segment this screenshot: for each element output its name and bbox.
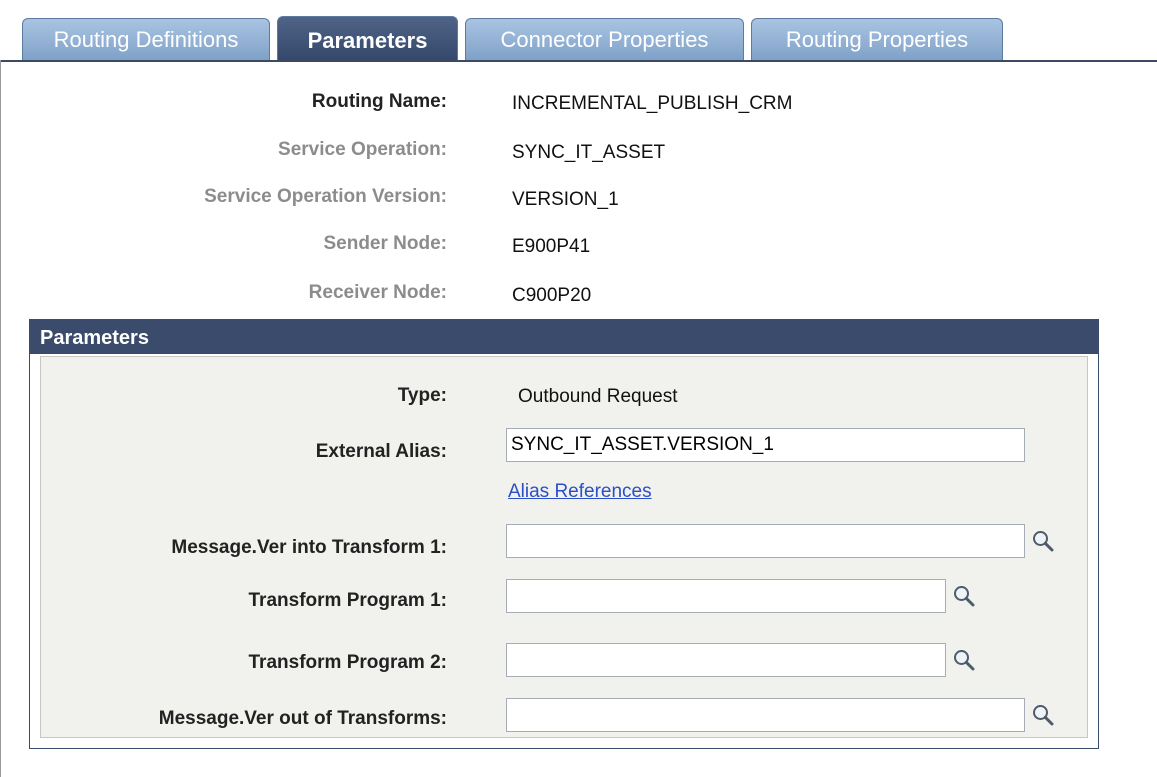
magnifier-icon[interactable]: [952, 648, 976, 672]
magnifier-icon[interactable]: [952, 584, 976, 608]
message-ver-out-of-transforms-label: Message.Ver out of Transforms:: [158, 708, 447, 729]
service-operation-value: SYNC_IT_ASSET: [512, 142, 666, 163]
transform-program-2-input[interactable]: [506, 643, 946, 677]
service-operation-version-label: Service Operation Version:: [204, 186, 447, 207]
receiver-node-value: C900P20: [512, 285, 592, 306]
magnifier-icon[interactable]: [1031, 703, 1055, 727]
external-alias-input[interactable]: [506, 428, 1025, 462]
sender-node-label: Sender Node:: [323, 233, 447, 254]
service-operation-version-value: VERSION_1: [512, 189, 619, 210]
service-operation-label: Service Operation:: [278, 139, 447, 160]
magnifier-icon[interactable]: [1031, 529, 1055, 553]
tab-divider: [0, 60, 1157, 62]
message-ver-into-transform-label: Message.Ver into Transform 1:: [171, 537, 447, 558]
alias-references-link[interactable]: Alias References: [508, 481, 652, 503]
type-label: Type:: [397, 385, 447, 406]
tab-connector-properties[interactable]: Connector Properties: [465, 18, 744, 60]
routing-name-label: Routing Name:: [311, 91, 447, 112]
tab-routing-definitions[interactable]: Routing Definitions: [22, 18, 270, 60]
transform-program-1-label: Transform Program 1:: [248, 590, 448, 611]
transform-program-2-label: Transform Program 2:: [248, 652, 448, 673]
parameters-group-header: Parameters: [30, 320, 1098, 354]
tab-routing-properties[interactable]: Routing Properties: [751, 18, 1003, 60]
transform-program-1-input[interactable]: [506, 579, 946, 613]
receiver-node-label: Receiver Node:: [308, 282, 447, 303]
external-alias-label: External Alias:: [315, 441, 447, 462]
message-ver-out-of-transforms-input[interactable]: [506, 698, 1025, 732]
sender-node-value: E900P41: [512, 236, 591, 257]
routing-name-value: INCREMENTAL_PUBLISH_CRM: [512, 93, 793, 114]
tab-bar: Routing Definitions Parameters Connector…: [0, 0, 1157, 62]
page-left-border: [0, 60, 1, 777]
type-value: Outbound Request: [518, 386, 678, 407]
tab-parameters[interactable]: Parameters: [277, 16, 458, 62]
message-ver-into-transform-input[interactable]: [506, 524, 1025, 558]
